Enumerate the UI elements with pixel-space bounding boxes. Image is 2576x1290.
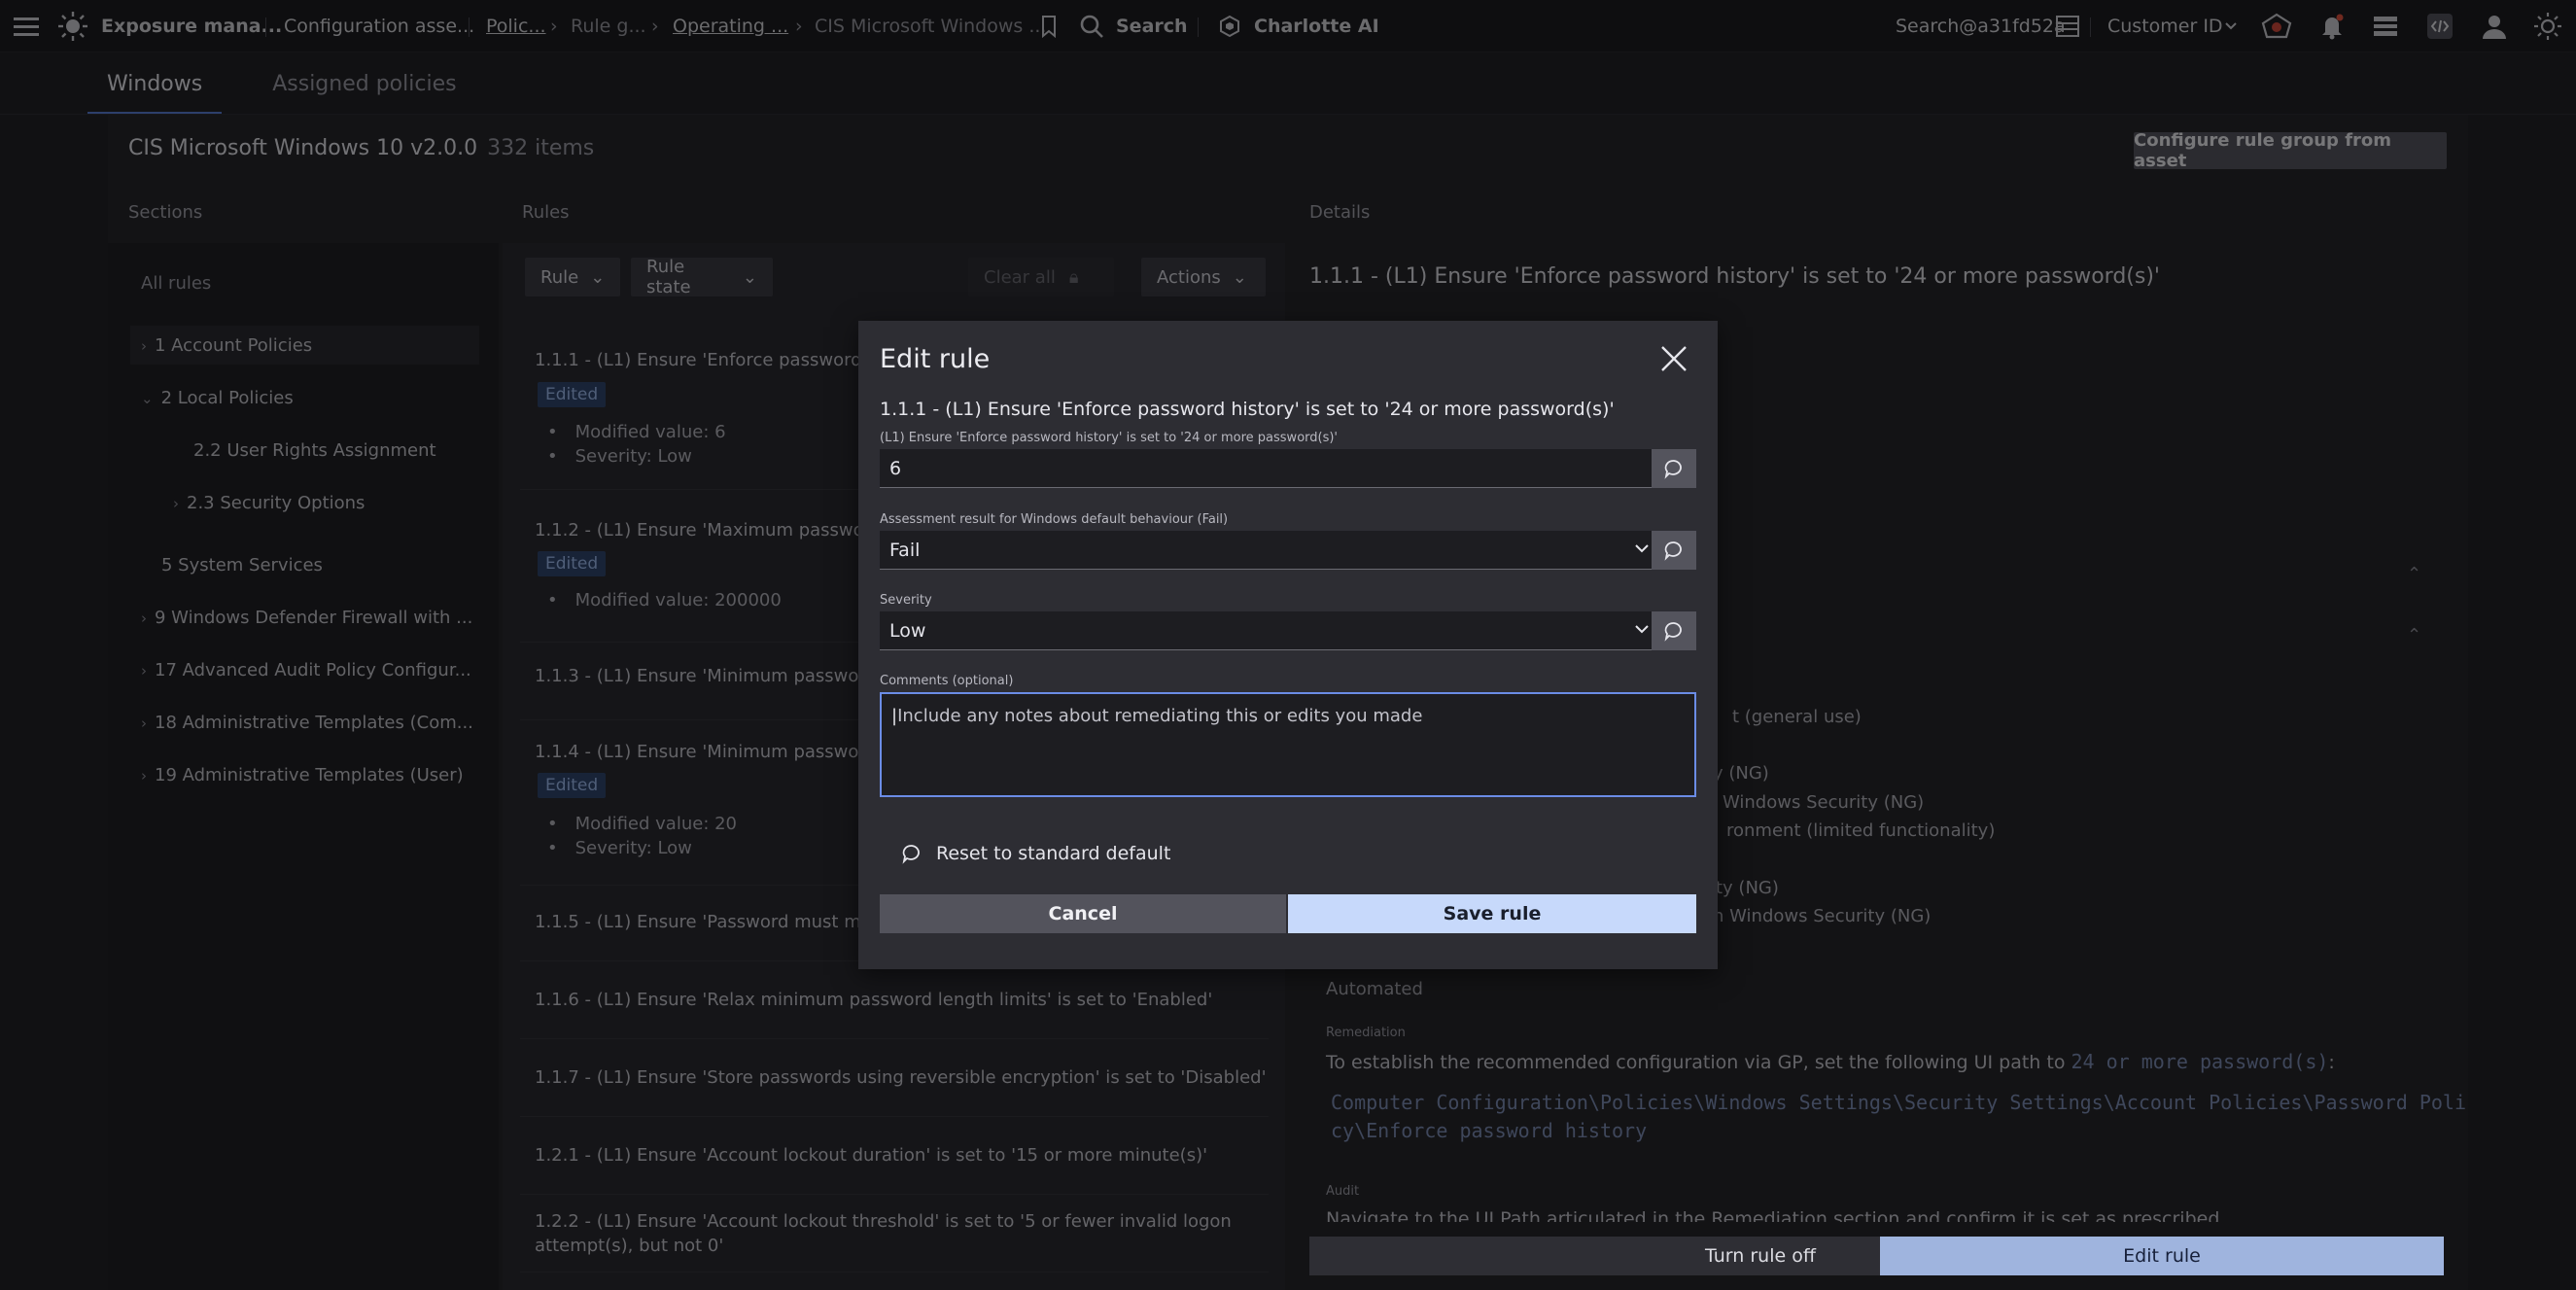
value-field-label: (L1) Ensure 'Enforce password history' i…	[880, 431, 1339, 445]
comments-textarea[interactable]: |Include any notes about remediating thi…	[880, 692, 1696, 797]
cancel-button[interactable]: Cancel	[880, 894, 1286, 933]
value-comment-button[interactable]	[1652, 449, 1696, 488]
assessment-label: Assessment result for Windows default be…	[880, 512, 1229, 527]
comment-icon	[1664, 541, 1682, 561]
save-rule-button[interactable]: Save rule	[1288, 894, 1696, 933]
comments-placeholder: Include any notes about remediating this…	[897, 706, 1423, 726]
comment-icon	[902, 845, 920, 864]
reset-label: Reset to standard default	[936, 843, 1171, 864]
chevron-down-icon	[1634, 623, 1650, 635]
dialog-rule-title: 1.1.1 - (L1) Ensure 'Enforce password hi…	[880, 399, 1615, 420]
severity-select[interactable]: Low	[880, 611, 1663, 650]
comments-label: Comments (optional)	[880, 674, 1014, 688]
severity-label: Severity	[880, 593, 932, 608]
edit-rule-button[interactable]: Edit rule	[1880, 1237, 2444, 1275]
comment-icon	[1664, 622, 1682, 642]
chevron-down-icon	[1634, 542, 1650, 554]
value-input-text: 6	[889, 457, 902, 479]
comment-icon	[1664, 460, 1682, 479]
severity-comment-button[interactable]	[1652, 611, 1696, 650]
assessment-select[interactable]: Fail	[880, 531, 1663, 570]
edit-rule-dialog: Edit rule 1.1.1 - (L1) Ensure 'Enforce p…	[858, 321, 1718, 969]
reset-to-default-button[interactable]: Reset to standard default	[901, 843, 1170, 864]
assessment-select-value: Fail	[889, 539, 921, 561]
assessment-comment-button[interactable]	[1652, 531, 1696, 570]
severity-select-value: Low	[889, 619, 926, 642]
dialog-title: Edit rule	[880, 344, 991, 374]
value-input[interactable]: 6	[880, 449, 1663, 488]
close-icon[interactable]	[1657, 342, 1690, 375]
